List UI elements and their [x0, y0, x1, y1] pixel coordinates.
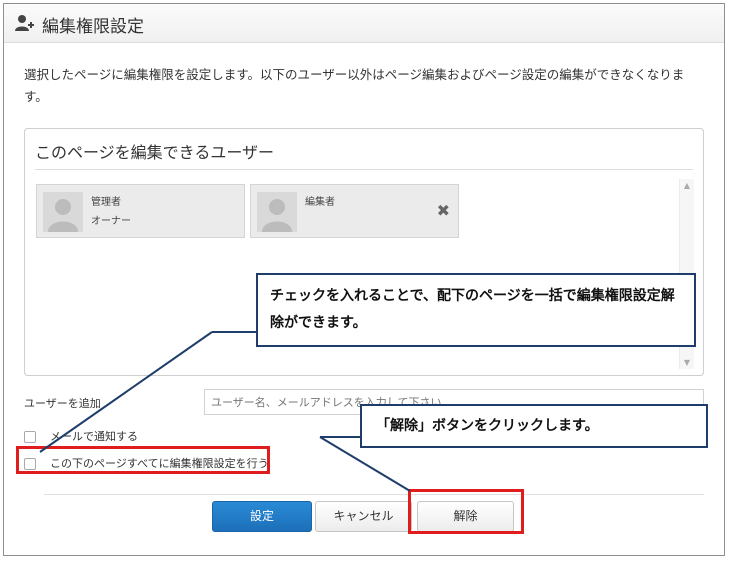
callout-line [39, 331, 213, 453]
callout-button-note: 「解除」ボタンをクリックします。 [360, 404, 708, 448]
callout-checkbox-note: チェックを入れることで、配下のページを一括で編集権限設定解除ができます。 [256, 273, 696, 347]
